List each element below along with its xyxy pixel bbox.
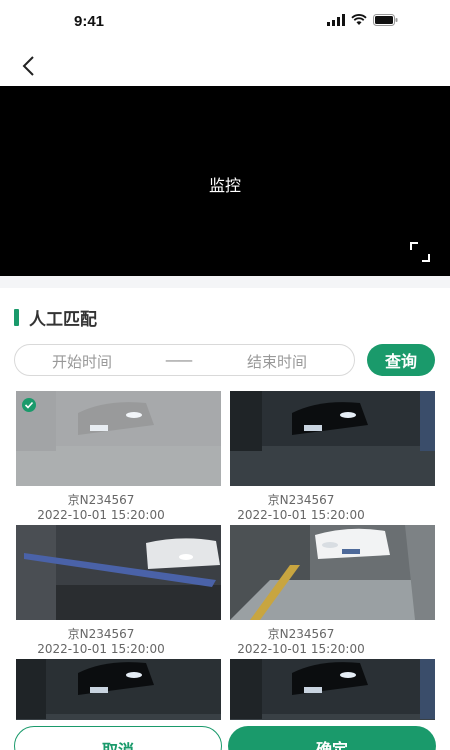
capture-card[interactable]: 京N234567 2022-10-01 15:20:00 — [16, 525, 221, 656]
section-title: 人工匹配 — [29, 310, 97, 330]
plate-number: 京N234567 — [267, 627, 335, 641]
section-accent-bar — [14, 309, 19, 326]
capture-time: 2022-10-01 15:20:00 — [37, 642, 165, 656]
capture-card[interactable]: 京N234567 2022-10-01 15:20:00 — [230, 525, 435, 656]
plate-number: 京N234567 — [67, 493, 135, 507]
chevron-left-icon — [22, 56, 34, 76]
plate-number: 京N234567 — [267, 493, 335, 507]
confirm-button[interactable]: 确定 — [228, 726, 436, 750]
end-time-input[interactable]: 结束时间 — [247, 351, 307, 372]
section-divider — [0, 276, 450, 288]
capture-time: 2022-10-01 15:20:00 — [237, 508, 365, 522]
back-button[interactable] — [14, 52, 42, 80]
capture-thumbnail[interactable] — [16, 391, 221, 486]
capture-card[interactable]: 京N234567 2022-10-01 15:20:00 — [16, 391, 221, 522]
start-time-input[interactable]: 开始时间 — [52, 351, 112, 372]
time-separator: —— — [165, 351, 193, 369]
status-bar: 9:41 — [0, 0, 450, 44]
capture-thumbnail[interactable] — [16, 525, 221, 620]
time-range-field: 开始时间 —— 结束时间 — [14, 344, 355, 376]
nav-bar — [0, 44, 450, 86]
wifi-icon — [351, 14, 367, 25]
selected-check-icon — [22, 398, 36, 412]
section-header: 人工匹配 — [14, 305, 97, 330]
capture-time: 2022-10-01 15:20:00 — [237, 642, 365, 656]
fullscreen-icon[interactable] — [410, 242, 430, 262]
capture-time: 2022-10-01 15:20:00 — [37, 508, 165, 522]
query-button[interactable]: 查询 — [367, 344, 435, 376]
capture-card[interactable]: 京N234567 2022-10-01 15:20:00 — [230, 391, 435, 522]
capture-thumbnail[interactable] — [230, 525, 435, 620]
battery-icon — [373, 14, 398, 26]
signal-icon — [327, 14, 345, 26]
cancel-button[interactable]: 取消 — [14, 726, 222, 750]
video-label: 监控 — [208, 176, 241, 195]
capture-thumbnail[interactable] — [230, 391, 435, 486]
status-time: 9:41 — [74, 13, 105, 30]
plate-number: 京N234567 — [67, 627, 135, 641]
video-player[interactable]: 监控 — [0, 86, 450, 276]
